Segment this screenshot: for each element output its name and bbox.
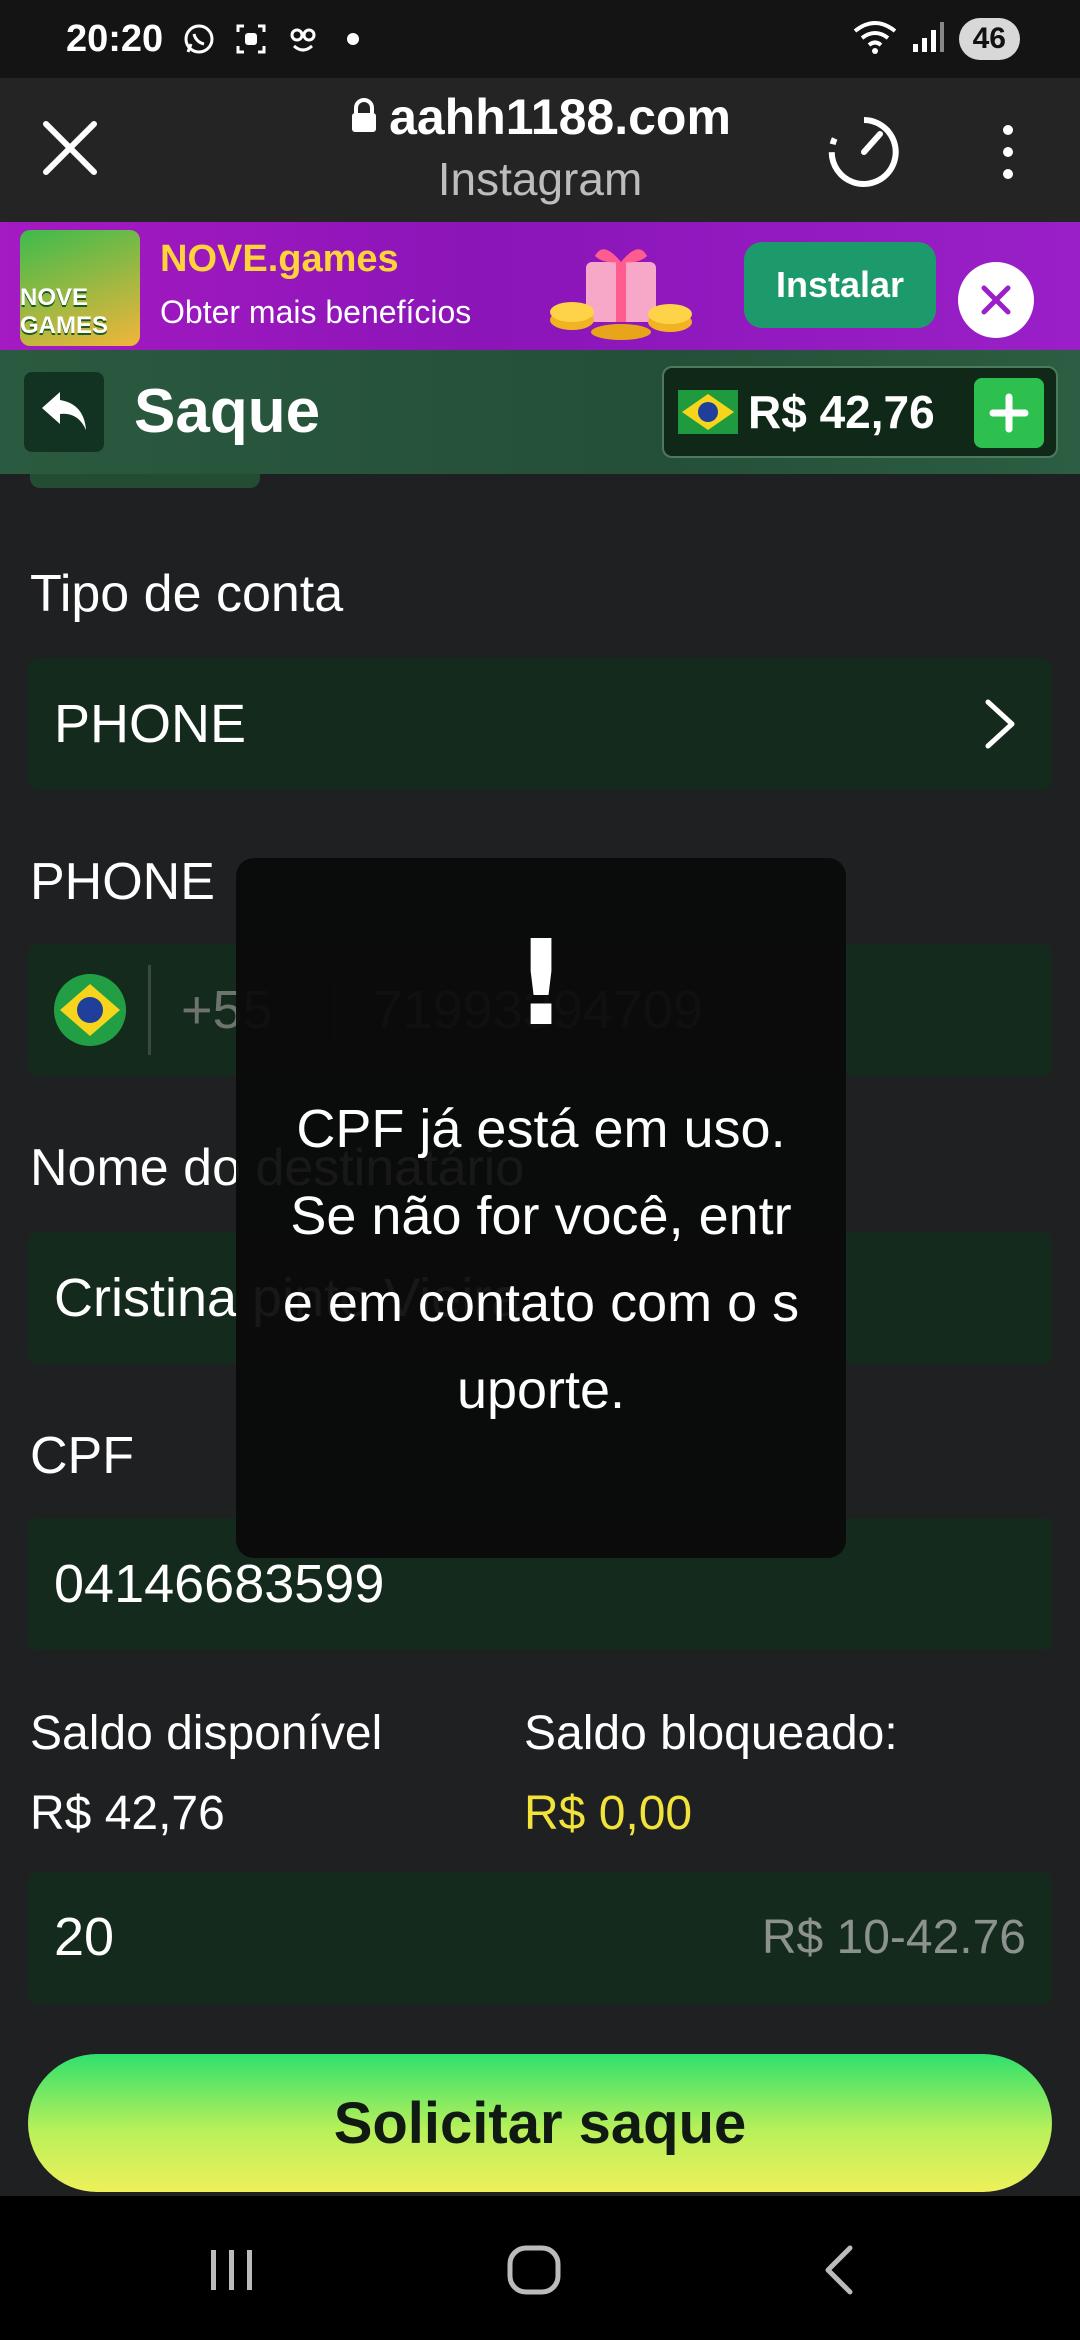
assistant-icon (285, 21, 321, 57)
divider (148, 965, 151, 1055)
blocked-balance-value: R$ 0,00 (524, 1787, 693, 1840)
chevron-right-icon (984, 698, 1016, 763)
amount-range-hint: R$ 10-42.76 (761, 1911, 1026, 1964)
promo-title: NOVE.games (160, 238, 399, 280)
cpf-value: 04146683599 (54, 1554, 385, 1614)
error-toast: ! CPF já está em uso. Se não for você, e… (236, 858, 846, 1558)
toast-message: CPF já está em uso. Se não for você, ent… (282, 1099, 800, 1420)
account-type-label: Tipo de conta (30, 565, 344, 623)
wifi-icon (853, 19, 897, 60)
request-withdrawal-button[interactable]: Solicitar saque (28, 2054, 1052, 2192)
url-source: Instagram (437, 153, 643, 205)
system-nav-bar (0, 2196, 1080, 2340)
url-text: aahh1188.com (389, 89, 731, 145)
recent-apps-icon[interactable] (202, 2240, 262, 2300)
account-type-value: PHONE (54, 694, 247, 754)
plus-icon (989, 393, 1029, 433)
account-type-select[interactable]: PHONE (28, 658, 1052, 790)
balance-amount: R$ 42,76 (748, 386, 935, 438)
signal-icon (911, 20, 945, 59)
lock-icon (349, 88, 379, 146)
screen-record-icon (233, 21, 269, 57)
promo-banner: NOVE GAMES NOVE.games Obter mais benefíc… (0, 222, 1080, 350)
brazil-flag-icon (678, 390, 738, 434)
close-icon[interactable] (958, 262, 1034, 338)
available-balance-label: Saldo disponível (30, 1707, 383, 1760)
battery-indicator: 46 (958, 18, 1020, 60)
promo-subtitle: Obter mais benefícios (160, 294, 472, 330)
available-balance-value: R$ 42,76 (30, 1787, 225, 1840)
more-vert-icon[interactable] (990, 122, 1026, 182)
status-bar: 20:20 46 (0, 0, 1080, 78)
status-notification-icons (181, 21, 360, 57)
amount-input[interactable]: 20 R$ 10-42.76 (28, 1872, 1052, 2004)
back-arrow-icon (42, 392, 86, 430)
phone-label: PHONE (30, 853, 215, 911)
status-system-icons: 46 (853, 18, 1020, 60)
scrolled-element-edge (30, 474, 260, 488)
whatsapp-icon (181, 21, 217, 57)
home-icon[interactable] (504, 2240, 564, 2300)
alert-icon: ! (514, 914, 568, 1052)
blocked-balance-label: Saldo bloqueado: (524, 1707, 898, 1760)
brazil-flag-icon (54, 974, 126, 1046)
cpf-label: CPF (30, 1427, 134, 1485)
status-time: 20:20 (66, 17, 164, 60)
back-icon[interactable] (808, 2240, 868, 2300)
timer-icon[interactable] (826, 114, 902, 190)
page-header: Saque R$ 42,76 (0, 350, 1080, 474)
gift-icon (546, 232, 696, 342)
back-button[interactable] (24, 372, 104, 452)
install-button[interactable]: Instalar (744, 242, 936, 328)
dot-icon (347, 33, 360, 45)
browser-toolbar: aahh1188.com Instagram (0, 78, 1080, 222)
page-title: Saque (134, 377, 321, 446)
url-display[interactable]: aahh1188.com Instagram (0, 88, 1080, 206)
add-funds-button[interactable] (974, 378, 1044, 448)
balance-display: R$ 42,76 (662, 366, 1058, 458)
amount-value: 20 (54, 1907, 115, 1967)
app-logo: NOVE GAMES (20, 230, 140, 346)
